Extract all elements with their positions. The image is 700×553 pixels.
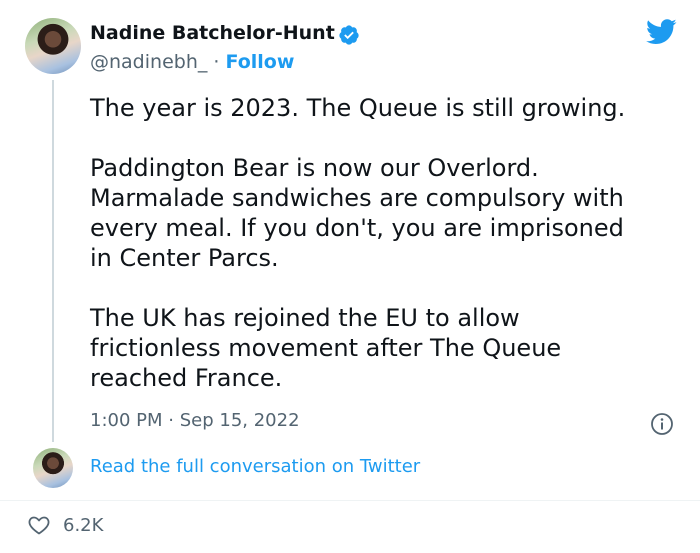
verified-badge-icon [339, 25, 359, 45]
tweet-timestamp[interactable]: 1:00 PM · Sep 15, 2022 [90, 410, 300, 431]
tweet-paragraph: Paddington Bear is now our Overlord. Mar… [90, 154, 624, 272]
tweet-text: The year is 2023. The Queue is still gro… [90, 93, 680, 393]
tweet-embed-card: Nadine Batchelor-Hunt @nadinebh_ · Follo… [0, 0, 700, 553]
author-name[interactable]: Nadine Batchelor-Hunt [90, 22, 335, 44]
like-action[interactable]: 6.2K [27, 513, 103, 537]
conversation-avatar [33, 448, 73, 488]
timestamp-separator: · [168, 410, 174, 431]
author-handle-row: @nadinebh_ · Follow [90, 51, 294, 73]
thread-line [52, 80, 54, 442]
tweet-paragraph: The year is 2023. The Queue is still gro… [90, 94, 626, 122]
author-avatar[interactable] [25, 18, 81, 74]
handle-separator: · [213, 51, 220, 73]
tweet-time: 1:00 PM [90, 410, 163, 431]
tweet-paragraph: The UK has rejoined the EU to allow fric… [90, 304, 562, 392]
divider [0, 500, 700, 501]
twitter-logo-icon[interactable] [646, 19, 677, 45]
tweet-date: Sep 15, 2022 [179, 410, 300, 431]
heart-icon [28, 516, 50, 535]
info-icon[interactable] [650, 412, 674, 436]
author-handle[interactable]: @nadinebh_ [90, 51, 207, 73]
read-conversation-link[interactable]: Read the full conversation on Twitter [90, 456, 420, 477]
likes-count: 6.2K [63, 514, 104, 536]
follow-button[interactable]: Follow [226, 51, 295, 73]
